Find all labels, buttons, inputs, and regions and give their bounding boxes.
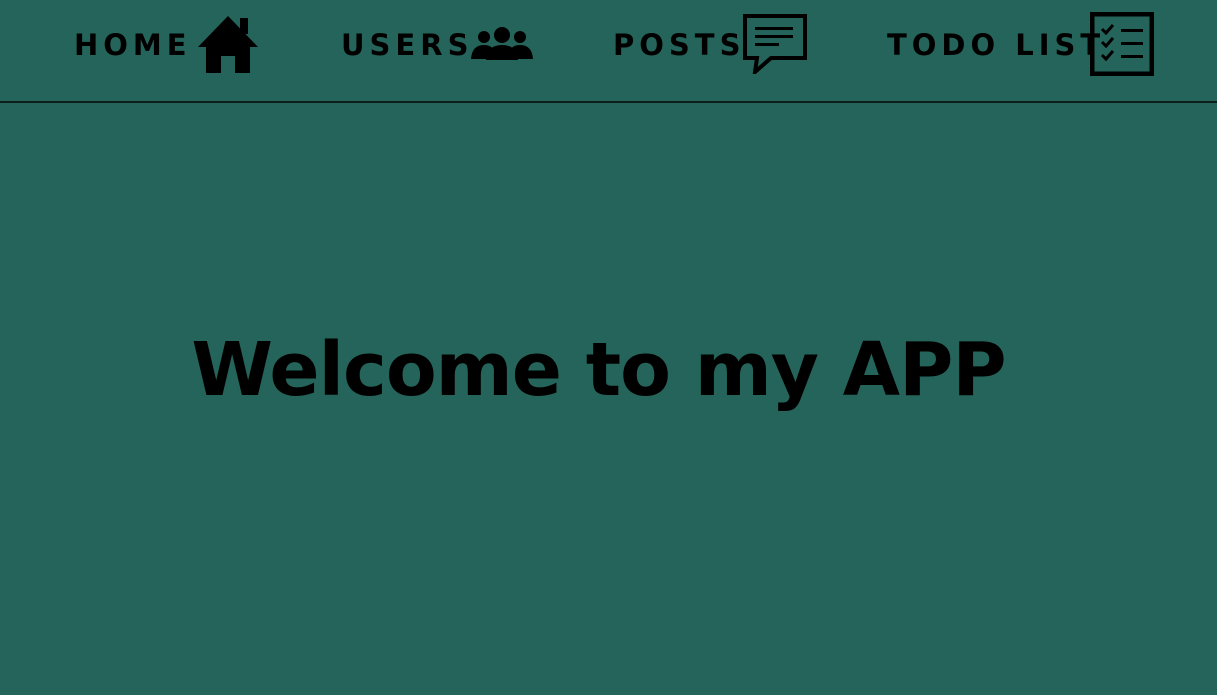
nav-item-home[interactable]: HOME <box>74 0 258 90</box>
welcome-section: Welcome to my APP <box>0 327 1217 413</box>
chat-bubble-icon <box>743 14 807 74</box>
nav-item-users-label: USERS <box>341 27 474 62</box>
home-icon <box>196 15 260 75</box>
page-title: Welcome to my APP <box>191 327 1006 413</box>
nav-item-todo-list[interactable]: TODO LIST <box>887 0 1154 90</box>
users-icon <box>470 27 534 61</box>
nav-item-home-label: HOME <box>74 27 192 62</box>
top-navigation-bar: HOME USERS POSTS TODO LIST <box>0 0 1217 103</box>
nav-item-users[interactable]: USERS <box>341 0 533 90</box>
checklist-icon <box>1090 12 1154 76</box>
nav-item-todo-list-label: TODO LIST <box>887 27 1106 62</box>
nav-item-posts-label: POSTS <box>613 27 746 62</box>
nav-item-posts[interactable]: POSTS <box>613 0 807 90</box>
